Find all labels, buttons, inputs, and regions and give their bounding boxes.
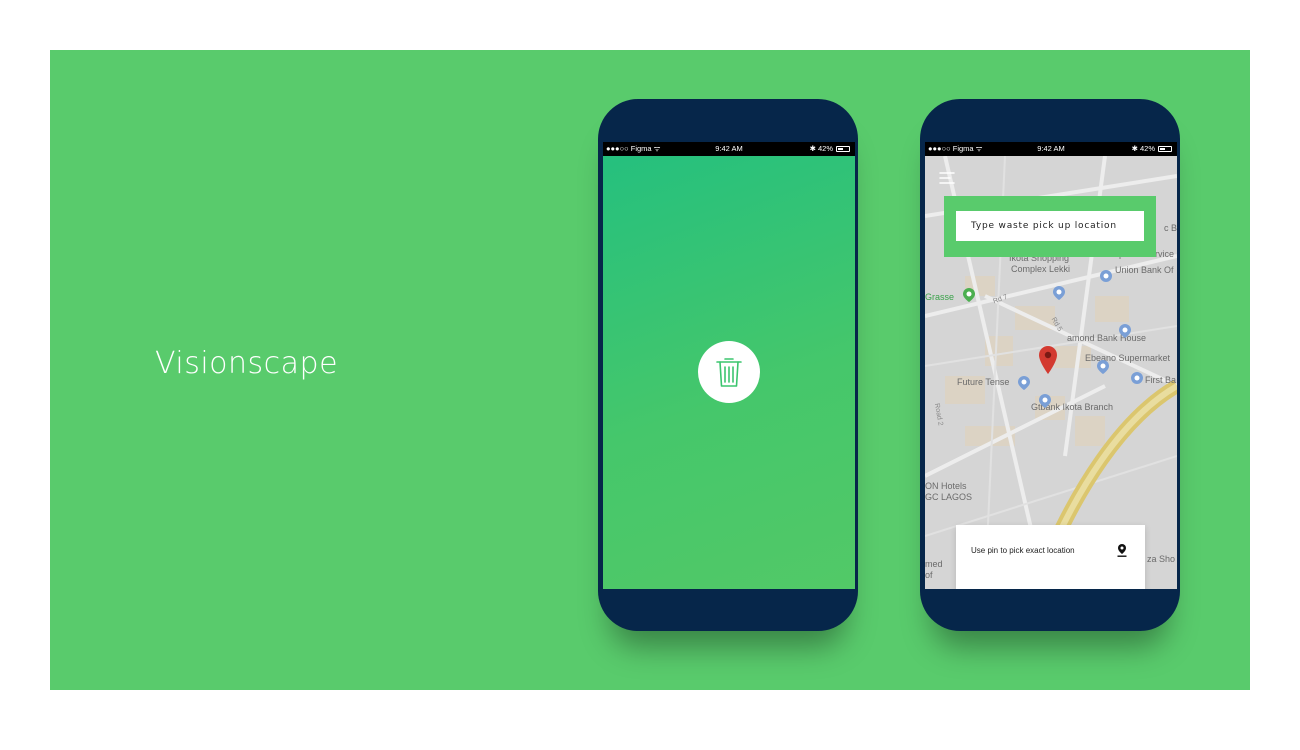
poi-icon (1131, 372, 1143, 384)
map-label: ON Hotels (925, 481, 967, 491)
phone-mockup-map: ●●●○○ Figma ᯤ 9:42 AM ✱ 42% Ikota Shoppi… (920, 99, 1180, 631)
battery-percent: ✱ 42% (1131, 144, 1155, 153)
battery-icon (836, 146, 850, 152)
map-label: Grasse (925, 292, 955, 302)
map-label: of (925, 570, 933, 580)
status-battery: ✱ 42% (810, 142, 850, 156)
map-view[interactable]: Ikota Shopping Complex Lekki Shop4me Ser… (925, 156, 1177, 589)
map-screen: ●●●○○ Figma ᯤ 9:42 AM ✱ 42% Ikota Shoppi… (925, 142, 1177, 589)
status-bar: ●●●○○ Figma ᯤ 9:42 AM ✱ 42% (925, 142, 1177, 156)
battery-percent: ✱ 42% (809, 144, 833, 153)
brand-title: Visionscape (155, 346, 339, 381)
use-pin-label: Use pin to pick exact location (971, 546, 1075, 555)
status-battery: ✱ 42% (1132, 142, 1172, 156)
hamburger-menu-icon[interactable] (939, 171, 955, 189)
poi-icon (1119, 324, 1131, 338)
map-label: Future Tense (957, 377, 1010, 387)
poi-icon (1018, 376, 1030, 390)
map-label: Union Bank Of (1115, 265, 1174, 275)
poi-icon (1100, 270, 1112, 282)
map-label: c Bar (1164, 223, 1177, 233)
battery-icon (1158, 146, 1172, 152)
map-label: med (925, 559, 943, 569)
map-pin-icon[interactable] (1117, 544, 1127, 557)
trash-can-icon (698, 341, 760, 403)
park-icon (963, 288, 975, 302)
location-search-panel (944, 196, 1156, 257)
phone-mockup-splash: ●●●○○ Figma ᯤ 9:42 AM ✱ 42% (598, 99, 858, 631)
splash-screen: ●●●○○ Figma ᯤ 9:42 AM ✱ 42% (603, 142, 855, 589)
map-label: GC LAGOS (925, 492, 973, 502)
map-label: amond Bank House (1067, 333, 1147, 343)
map-label: Complex Lekki (1011, 264, 1071, 274)
use-pin-card[interactable]: Use pin to pick exact location (956, 525, 1145, 589)
poi-icon (1039, 394, 1051, 408)
selected-location-pin-icon[interactable] (1039, 346, 1057, 374)
map-label: za Sho (1147, 554, 1176, 564)
poi-icon (1097, 360, 1109, 374)
splash-gradient (603, 156, 855, 589)
poi-icon (1053, 286, 1065, 300)
presentation-background: Visionscape ●●●○○ Figma ᯤ 9:42 AM ✱ 42% (50, 50, 1250, 690)
status-bar: ●●●○○ Figma ᯤ 9:42 AM ✱ 42% (603, 142, 855, 156)
map-label: First Ba (1145, 375, 1177, 385)
waste-pickup-location-input[interactable] (956, 211, 1144, 241)
